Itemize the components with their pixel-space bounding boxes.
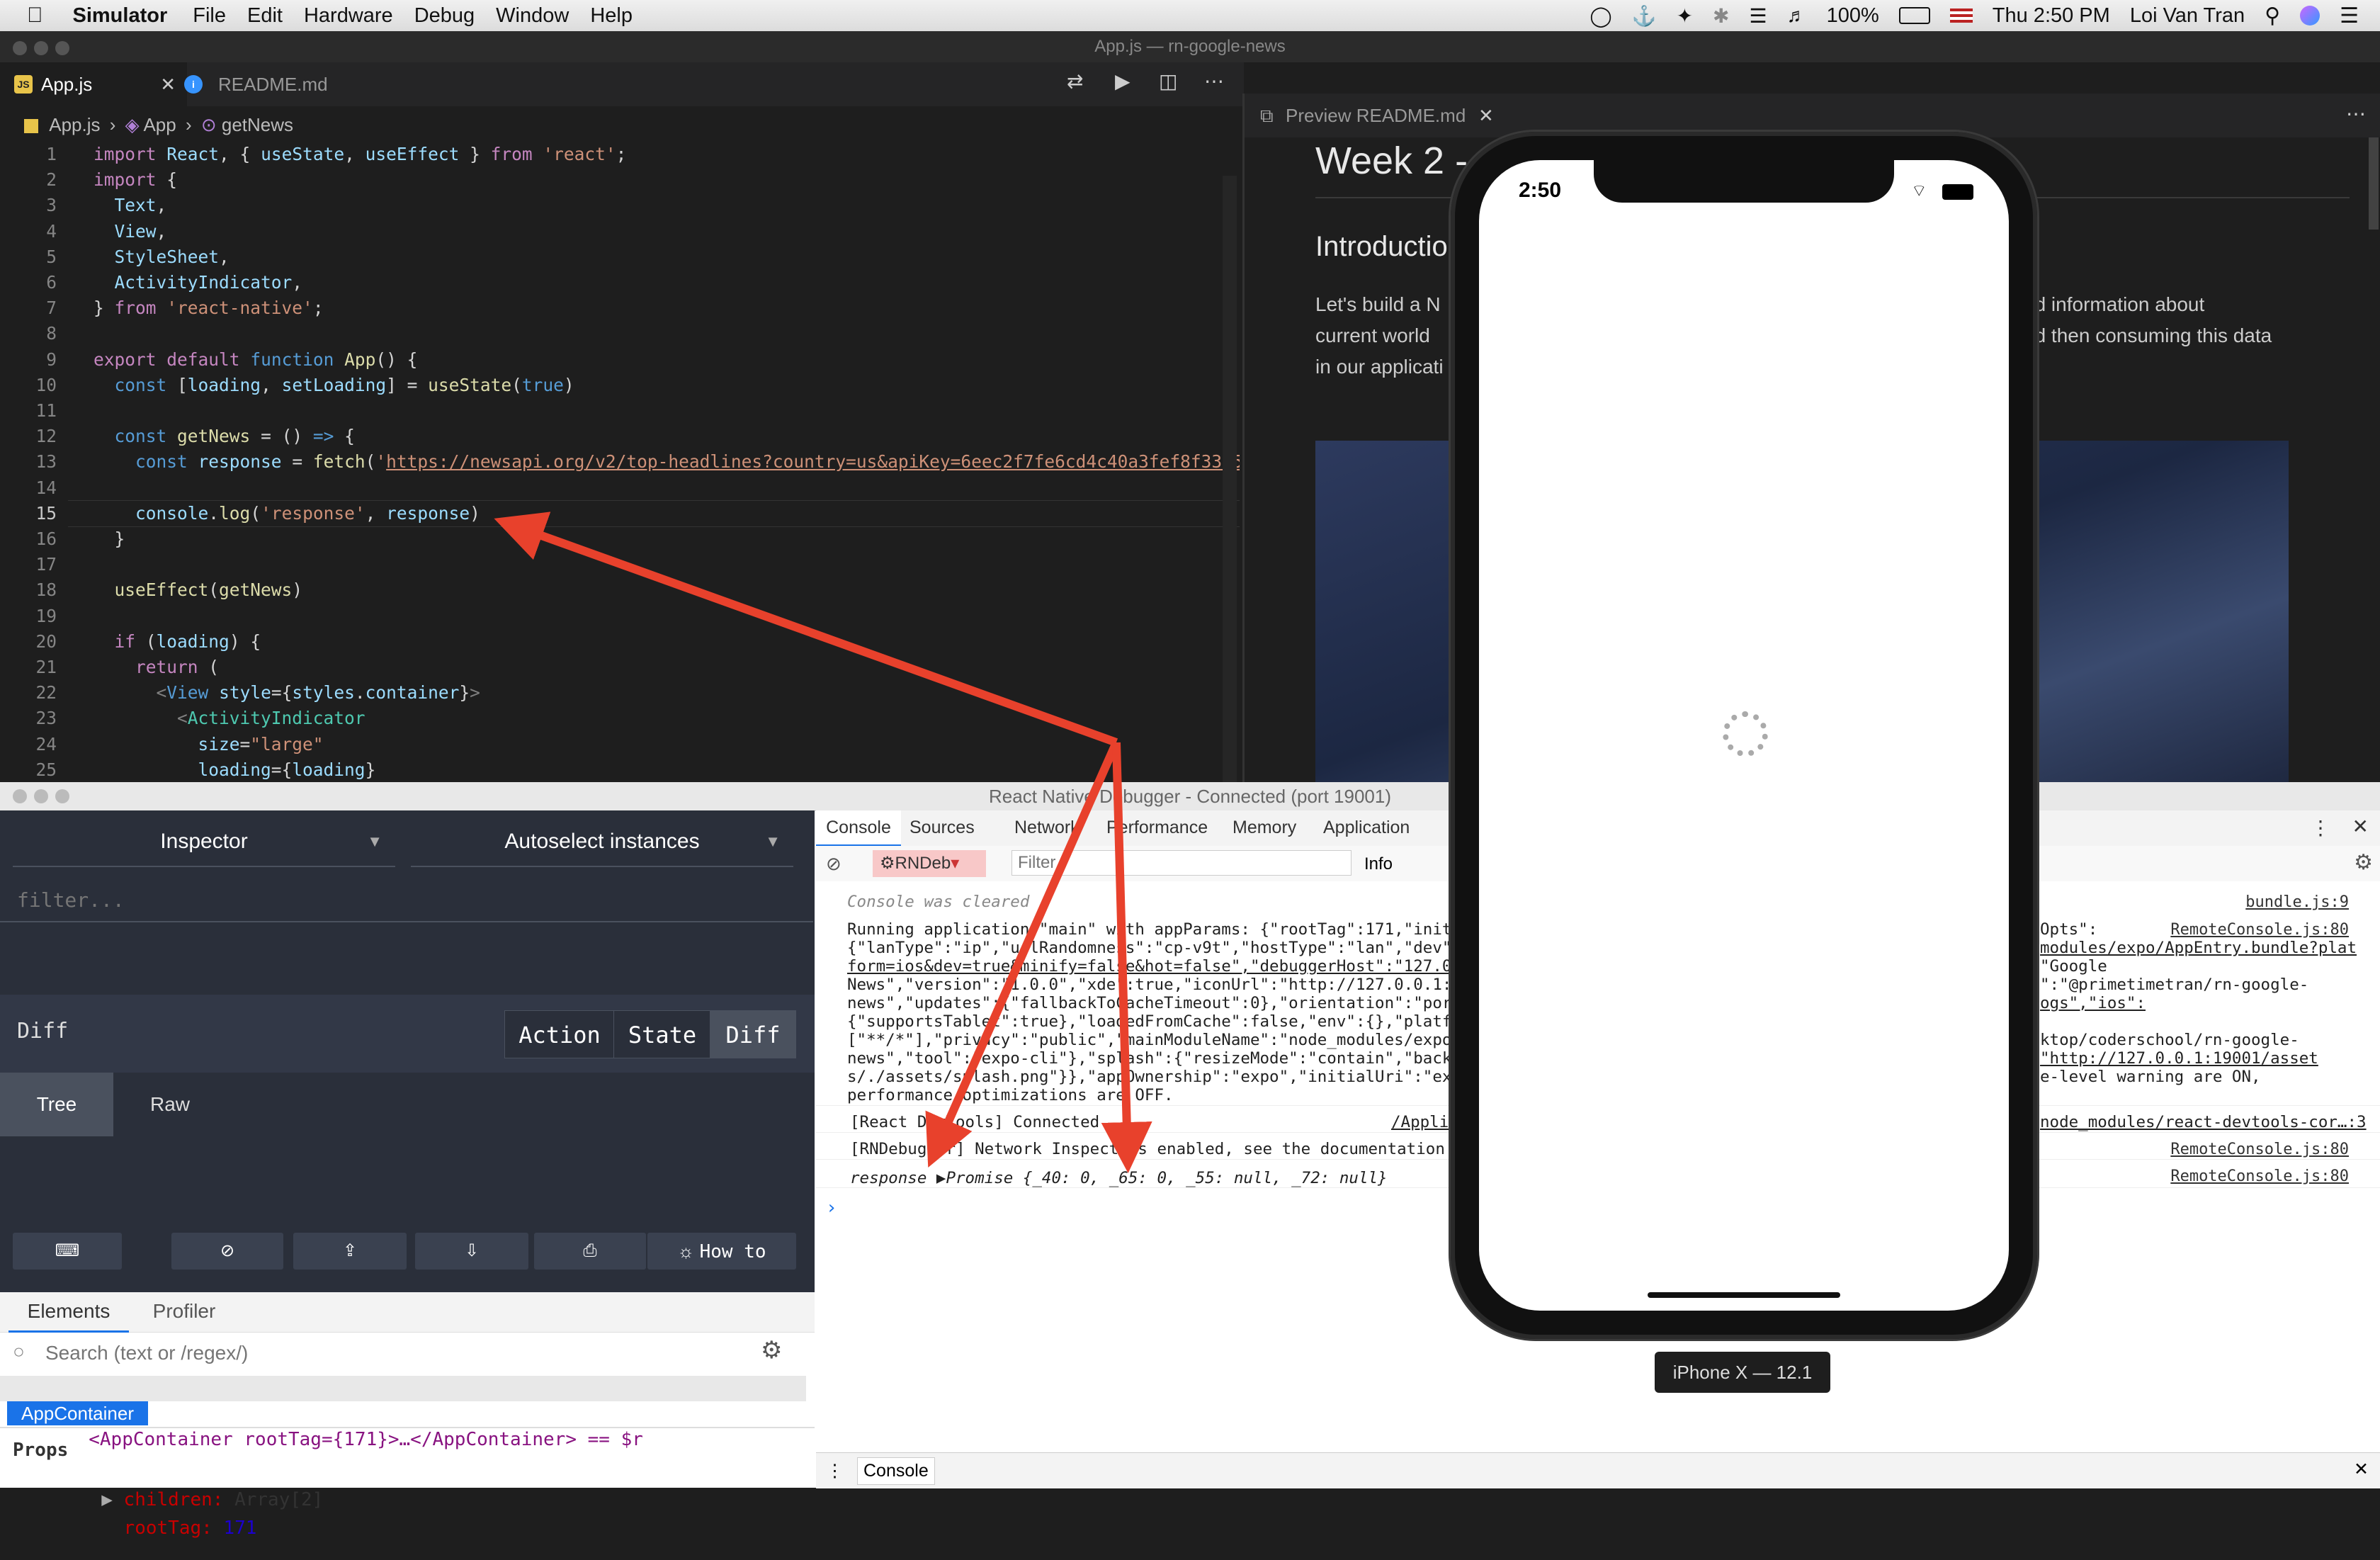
arrow-to-console-right xyxy=(1101,742,1152,1173)
prop-key: rootTag: xyxy=(123,1517,212,1539)
prop-value: 171 xyxy=(223,1517,257,1539)
prop-row[interactable]: ▶ rootTag: 171 xyxy=(13,1496,257,1560)
annotation-arrows xyxy=(494,511,1152,1173)
arrow-to-console-left xyxy=(925,740,1121,1168)
arrow-to-code xyxy=(494,511,1118,747)
